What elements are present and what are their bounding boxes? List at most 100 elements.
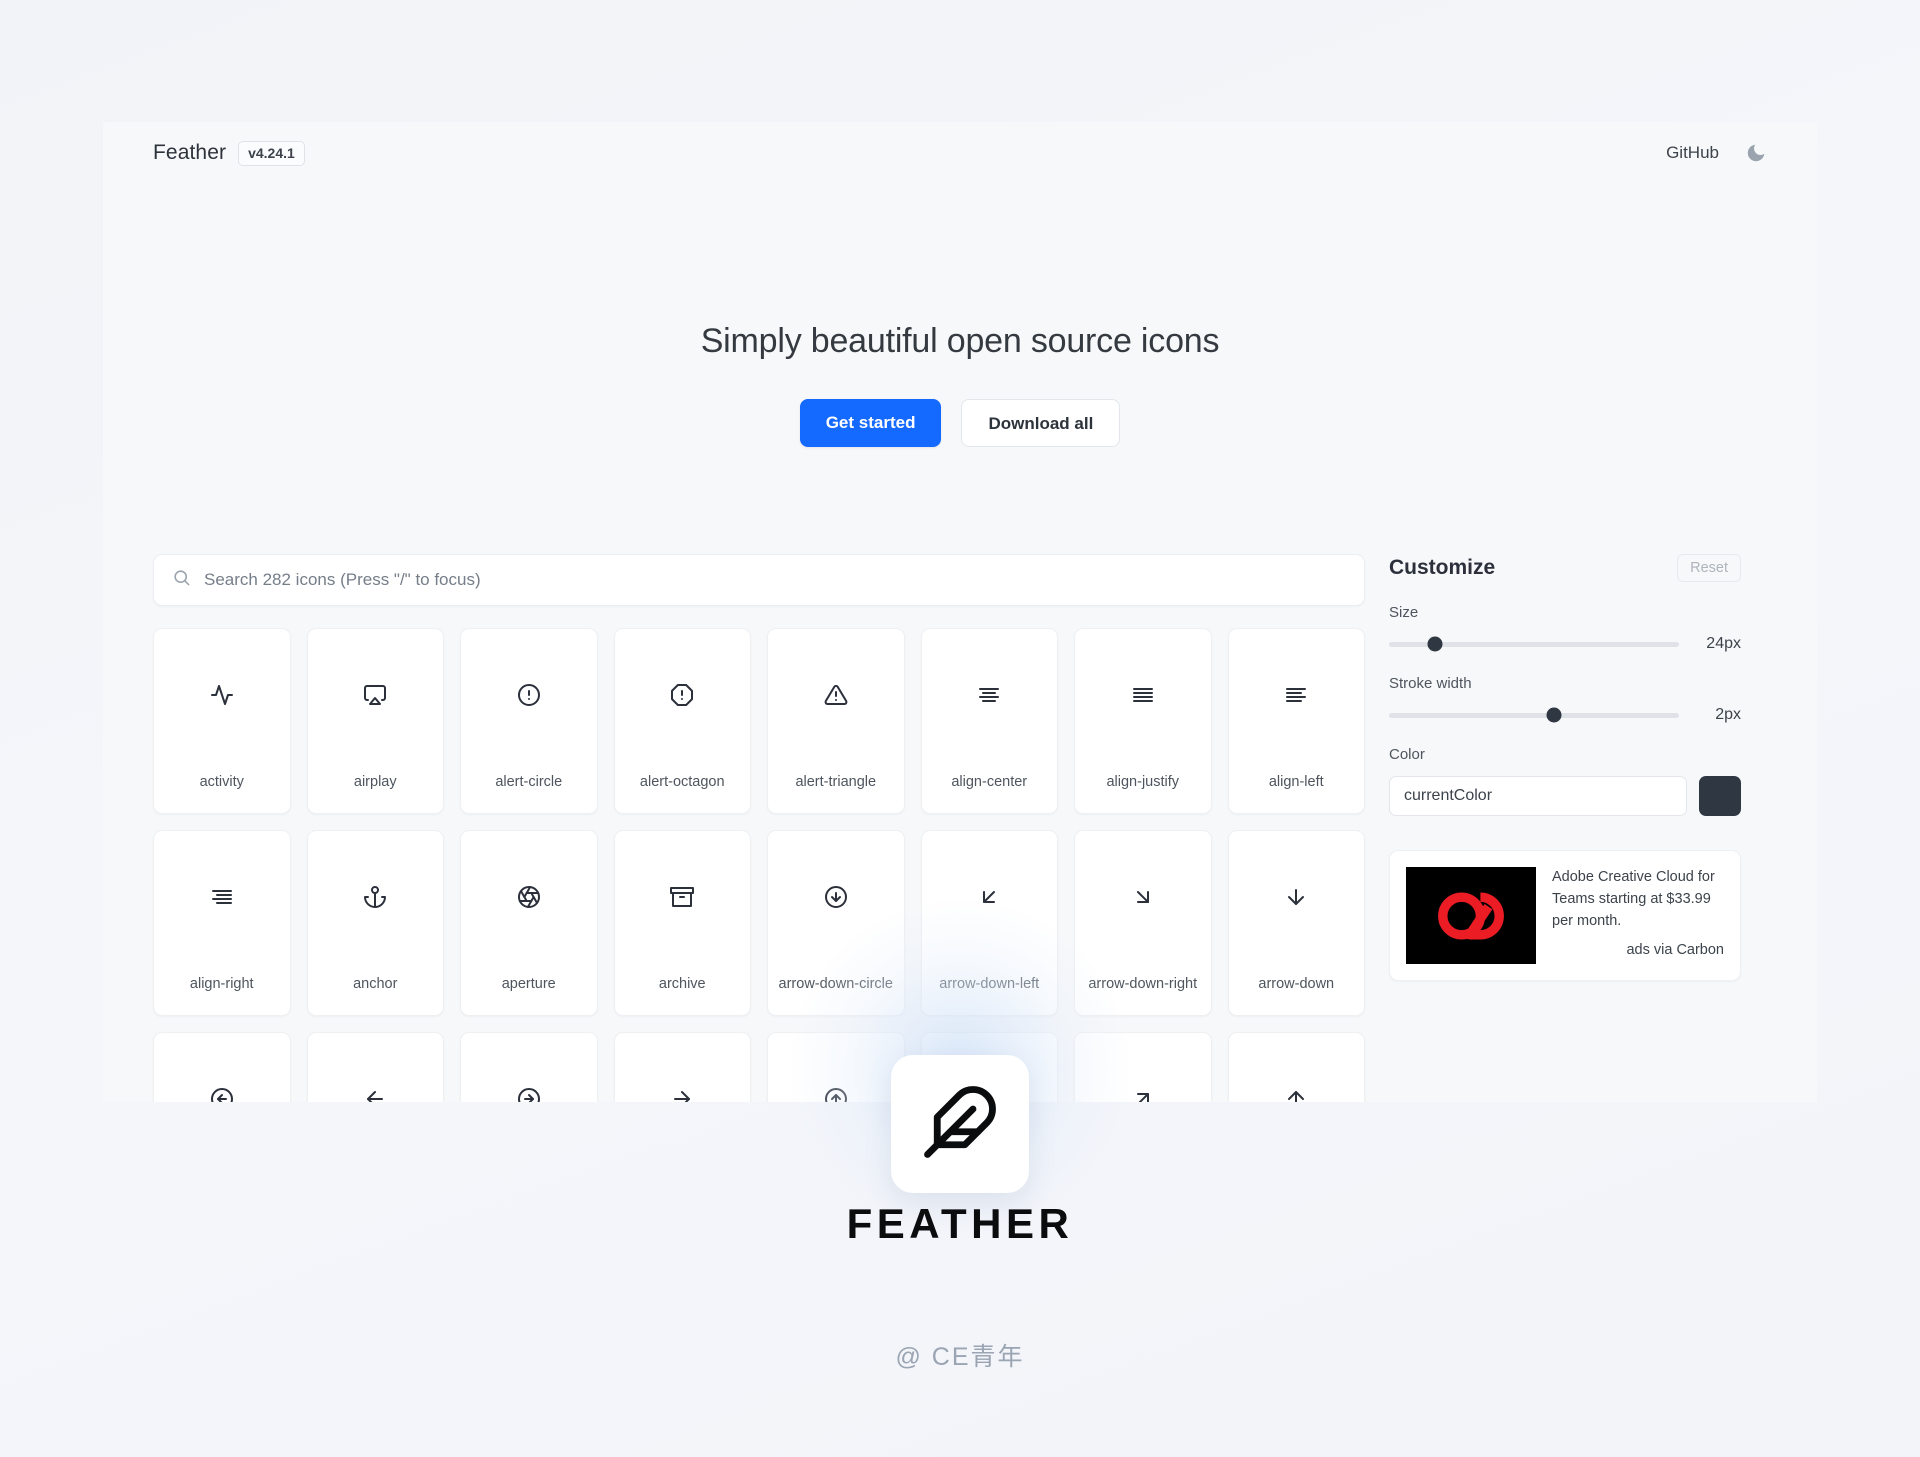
icon-card[interactable]: alert-triangle: [767, 628, 905, 814]
icon-card-label: alert-octagon: [639, 773, 725, 790]
stroke-field: Stroke width 2px: [1389, 675, 1741, 724]
icon-card-label: archive: [658, 975, 706, 992]
icon-card-label: anchor: [353, 975, 398, 992]
icon-card[interactable]: arrow-down: [1227, 830, 1365, 1016]
github-link[interactable]: GitHub: [1666, 143, 1719, 163]
stroke-value: 2px: [1715, 706, 1741, 723]
icon-card-label: align-right: [189, 975, 254, 992]
ad-attribution[interactable]: ads via Carbon: [1552, 942, 1724, 958]
icon-card[interactable]: anchor: [306, 830, 444, 1016]
icon-card[interactable]: arrow-up-right: [1074, 1032, 1212, 1102]
size-field: Size 24px: [1389, 604, 1741, 653]
color-row: [1389, 776, 1741, 816]
icon-card[interactable]: arrow-down-circle: [767, 830, 905, 1016]
icon-card[interactable]: alert-octagon: [613, 628, 751, 814]
navbar-actions: GitHub: [1666, 142, 1767, 164]
size-value: 24px: [1706, 635, 1741, 652]
page-title: Simply beautiful open source icons: [700, 322, 1220, 360]
icon-card[interactable]: arrow-right-circle: [460, 1032, 598, 1102]
color-label: Color: [1389, 746, 1425, 763]
icon-card[interactable]: alert-circle: [460, 628, 598, 814]
alert-circle-icon: [461, 629, 597, 761]
icon-card-label: align-left: [1268, 773, 1324, 790]
icon-card[interactable]: arrow-left: [306, 1032, 444, 1102]
arrow-down-right-icon: [1075, 831, 1211, 963]
icon-card-label: align-center: [951, 773, 1028, 790]
icon-grid: activity airplay alert-circle alert-octagon…: [153, 628, 1365, 1102]
author-watermark: @ CE青年: [895, 1343, 1025, 1371]
feather-wordmark: FEATHER: [846, 1200, 1074, 1247]
icon-card[interactable]: align-left: [1227, 628, 1365, 814]
moon-icon[interactable]: [1745, 142, 1767, 164]
brand-name: Feather: [153, 141, 227, 164]
icon-card-label: arrow-down: [1258, 975, 1335, 992]
stroke-label: Stroke width: [1389, 675, 1472, 692]
icon-browser: activity airplay alert-circle alert-octagon…: [153, 554, 1365, 1102]
icon-card-label: arrow-down-left: [939, 975, 1040, 992]
color-swatch[interactable]: [1699, 776, 1741, 816]
arrow-up-icon: [1229, 1033, 1365, 1102]
icon-card[interactable]: arrow-up: [1227, 1032, 1365, 1102]
ad-image: [1406, 867, 1536, 964]
arrow-down-circle-icon: [768, 831, 904, 963]
alert-octagon-icon: [615, 629, 751, 761]
arrow-right-circle-icon: [461, 1033, 597, 1102]
color-input[interactable]: [1389, 776, 1687, 816]
get-started-button[interactable]: Get started: [799, 399, 942, 447]
size-slider-thumb[interactable]: [1427, 636, 1443, 652]
align-justify-icon: [1075, 629, 1211, 761]
anchor-icon: [308, 831, 444, 963]
version-badge: v4.24.1: [238, 140, 305, 166]
arrow-down-left-icon: [922, 831, 1058, 963]
icon-card[interactable]: airplay: [306, 628, 444, 814]
icon-card[interactable]: arrow-down-left: [920, 830, 1058, 1016]
arrow-left-icon: [308, 1033, 444, 1102]
arrow-up-right-icon: [1075, 1033, 1211, 1102]
icon-card-label: arrow-down-circle: [778, 975, 893, 992]
icon-card[interactable]: arrow-left-circle: [153, 1032, 291, 1102]
align-right-icon: [154, 831, 290, 963]
icon-card[interactable]: aperture: [460, 830, 598, 1016]
reset-button[interactable]: Reset: [1677, 554, 1741, 582]
customize-header: Customize Reset: [1389, 554, 1741, 582]
ad-text: Adobe Creative Cloud for Teams starting …: [1552, 869, 1715, 929]
stroke-slider[interactable]: [1389, 707, 1679, 723]
archive-icon: [615, 831, 751, 963]
activity-icon: [154, 629, 290, 761]
icon-card-label: align-justify: [1106, 773, 1180, 790]
icon-card[interactable]: align-right: [153, 830, 291, 1016]
icon-card[interactable]: align-justify: [1074, 628, 1212, 814]
alert-triangle-icon: [768, 629, 904, 761]
icon-card[interactable]: archive: [613, 830, 751, 1016]
download-all-button[interactable]: Download all: [961, 399, 1121, 447]
icon-card-label: aperture: [501, 975, 556, 992]
stroke-slider-thumb[interactable]: [1546, 707, 1562, 723]
size-label: Size: [1389, 604, 1419, 621]
hero-buttons: Get started Download all: [103, 399, 1817, 447]
airplay-icon: [308, 629, 444, 761]
size-slider[interactable]: [1389, 636, 1679, 652]
arrow-down-icon: [1229, 831, 1365, 963]
customize-sidebar: Customize Reset Size 24px Stroke width 2…: [1389, 554, 1741, 1102]
hero-section: Simply beautiful open source icons Get s…: [103, 322, 1817, 447]
feather-logo-tile: [891, 1055, 1029, 1193]
icon-card[interactable]: arrow-right: [613, 1032, 751, 1102]
carbon-ad[interactable]: Adobe Creative Cloud for Teams starting …: [1389, 850, 1741, 981]
main-content: activity airplay alert-circle alert-octagon…: [103, 554, 1817, 1102]
feather-website-panel: Feather v4.24.1 GitHub Simply beautiful …: [103, 122, 1817, 1102]
arrow-right-icon: [615, 1033, 751, 1102]
icon-card[interactable]: align-center: [920, 628, 1058, 814]
top-navbar: Feather v4.24.1 GitHub: [103, 122, 1817, 184]
search-input[interactable]: [204, 570, 1346, 590]
icon-card[interactable]: arrow-up-circle: [767, 1032, 905, 1102]
icon-card[interactable]: activity: [153, 628, 291, 814]
search-bar[interactable]: [153, 554, 1365, 606]
screenshot-stage: Feather v4.24.1 GitHub Simply beautiful …: [0, 0, 1920, 1457]
size-slider-row: 24px: [1389, 635, 1741, 653]
color-field: Color: [1389, 746, 1741, 816]
feather-icon: [921, 1083, 999, 1166]
icon-card-label: arrow-down-right: [1088, 975, 1198, 992]
search-icon: [172, 568, 191, 592]
icon-card-label: activity: [199, 773, 244, 790]
icon-card[interactable]: arrow-down-right: [1074, 830, 1212, 1016]
